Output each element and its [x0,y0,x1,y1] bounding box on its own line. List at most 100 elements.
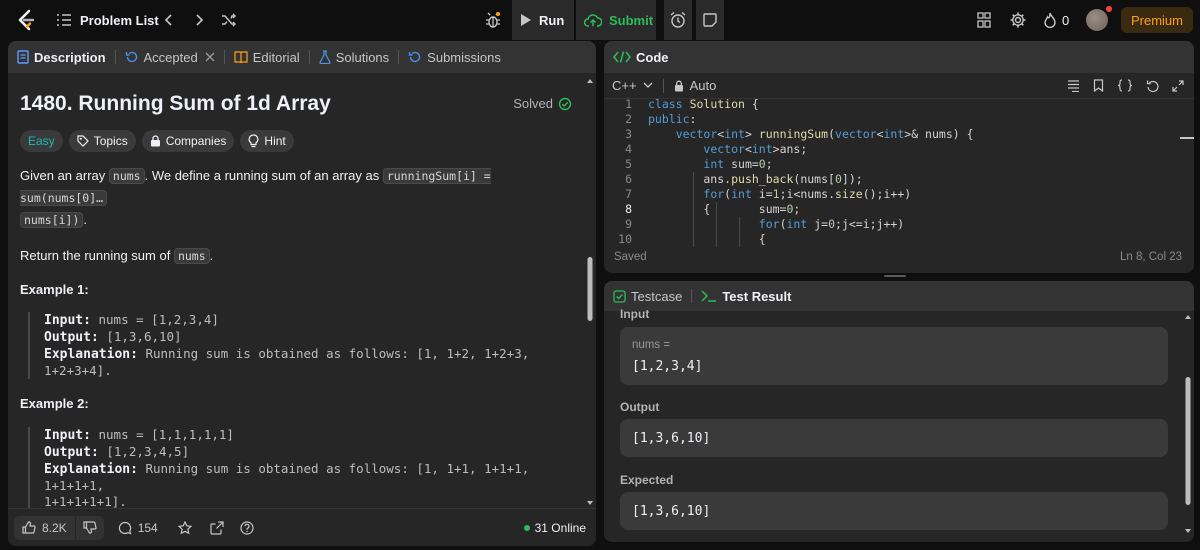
document-icon [17,50,29,64]
hint-label: Hint [264,134,286,148]
example-block: Input: nums = [1,1,1,1,1] Output: [1,2,3… [28,427,583,510]
input-box: nums = [1,2,3,4] [620,327,1168,385]
code-text: for(int i=1;i<nums.size();i++) [703,187,912,201]
topics-chip[interactable]: Topics [68,130,136,152]
braces-icon[interactable] [1117,79,1133,92]
example-explanation: Running sum is obtained as follows: [1, … [145,346,530,361]
tab-editorial[interactable]: Editorial [225,41,309,73]
format-icon[interactable] [1067,79,1080,92]
prev-problem-icon[interactable] [160,0,176,40]
description-text: . [209,248,214,263]
run-button[interactable]: Run [512,0,574,40]
test-scrollbar[interactable] [1184,311,1192,536]
problem-tags: Easy Topics Companies Hint [20,130,300,152]
cloud-upload-icon [584,13,602,27]
tab-submissions[interactable]: Submissions [399,41,510,73]
streak-count: 0 [1062,12,1070,28]
submit-button[interactable]: Submit [576,0,656,40]
example-output: [1,2,3,4,5] [106,444,190,459]
help-icon[interactable] [240,520,254,535]
output-heading: Output [620,400,660,414]
resize-handle[interactable] [884,275,906,277]
companies-label: Companies [165,134,227,148]
example-label: Output: [44,445,99,460]
code-line: 5 int sum=0; [604,157,1194,172]
code-tabs: Code [604,41,1194,73]
thumbs-up-icon [22,521,36,534]
hint-chip[interactable]: Hint [240,130,294,152]
problem-description: Given an array nums. We define a running… [20,165,580,267]
streak-counter[interactable]: 0 [1044,0,1069,40]
example-label: Explanation: [44,462,138,477]
expected-heading: Expected [620,473,674,487]
leetcode-logo-icon[interactable] [16,0,36,40]
history-icon [408,50,422,64]
alarm-clock-icon[interactable] [664,0,692,40]
example-label: Input: [44,313,91,328]
bookmark-icon[interactable] [1093,79,1104,92]
indent-guide [716,202,717,247]
line-number: 10 [618,232,632,246]
inline-code: nums[i]) [20,212,84,228]
comments-button[interactable]: 154 [118,521,158,535]
tab-solutions[interactable]: Solutions [310,41,398,73]
close-icon[interactable] [205,52,215,62]
like-button[interactable]: 8.2K [14,515,75,540]
avatar[interactable] [1086,0,1112,40]
flask-icon [319,50,331,64]
expand-icon[interactable] [1172,79,1184,92]
example-label: Output: [44,330,99,345]
auto-mode[interactable]: Auto [674,78,716,93]
toolbar-divider [662,78,664,93]
book-icon [234,50,248,64]
code-line: 3 vector<int> runningSum(vector<int>& nu… [604,127,1194,142]
solved-badge: Solved [513,96,572,111]
companies-chip[interactable]: Companies [141,130,235,152]
tab-test-result[interactable]: Test Result [692,281,800,311]
next-problem-icon[interactable] [192,0,208,40]
flame-icon [1044,12,1056,28]
comment-count: 154 [137,520,158,535]
reset-icon[interactable] [1146,79,1159,92]
tab-code-label: Code [636,49,669,65]
description-tabs: Description Accepted Editorial Solutions… [8,41,596,73]
tab-accepted[interactable]: Accepted [116,41,224,73]
premium-button[interactable]: Premium [1121,7,1193,33]
problem-title: 1480. Running Sum of 1d Array [20,92,331,115]
debug-icon[interactable] [478,0,508,40]
description-paragraph: Return the running sum of nums. [20,245,580,267]
line-number: 7 [625,187,632,201]
tab-accepted-label: Accepted [143,49,198,65]
description-footer: 8.2K 154 31 Online [8,508,596,546]
code-panel: Code C++ Auto 1 class Solution {2 public: 3… [604,41,1194,273]
code-text: class Solution { [648,97,759,111]
language-select[interactable]: C++ [612,78,653,93]
settings-gear-icon[interactable] [1008,0,1028,40]
code-line: 1 class Solution { [604,97,1194,112]
problem-list-button[interactable]: Problem List [56,0,159,40]
example-input: nums = [1,1,1,1,1] [98,427,234,442]
description-scrollbar[interactable] [586,77,594,507]
example-label: Explanation: [44,347,138,362]
tab-test-result-label: Test Result [722,288,792,304]
tab-solutions-label: Solutions [335,49,390,65]
tab-code[interactable]: Code [604,41,678,73]
layout-grid-icon[interactable] [974,0,994,40]
share-icon[interactable] [210,520,224,535]
star-icon[interactable] [177,520,192,535]
tag-icon [77,135,89,147]
code-editor[interactable]: 1 class Solution {2 public: 3 vector<int> r… [604,97,1194,247]
line-number: 3 [625,127,632,141]
tab-testcase-label: Testcase [631,288,683,304]
code-text: { [648,232,766,246]
checkbox-icon [613,289,626,303]
comment-icon [118,521,132,535]
example-block: Input: nums = [1,2,3,4] Output: [1,3,6,1… [28,312,583,379]
expected-value: [1,3,6,10] [632,504,711,519]
notes-icon[interactable] [696,0,724,40]
shuffle-icon[interactable] [220,0,238,40]
input-var-value: [1,2,3,4] [632,359,703,374]
like-count: 8.2K [42,520,67,535]
dislike-button[interactable] [74,515,104,540]
tab-description[interactable]: Description [8,41,115,73]
